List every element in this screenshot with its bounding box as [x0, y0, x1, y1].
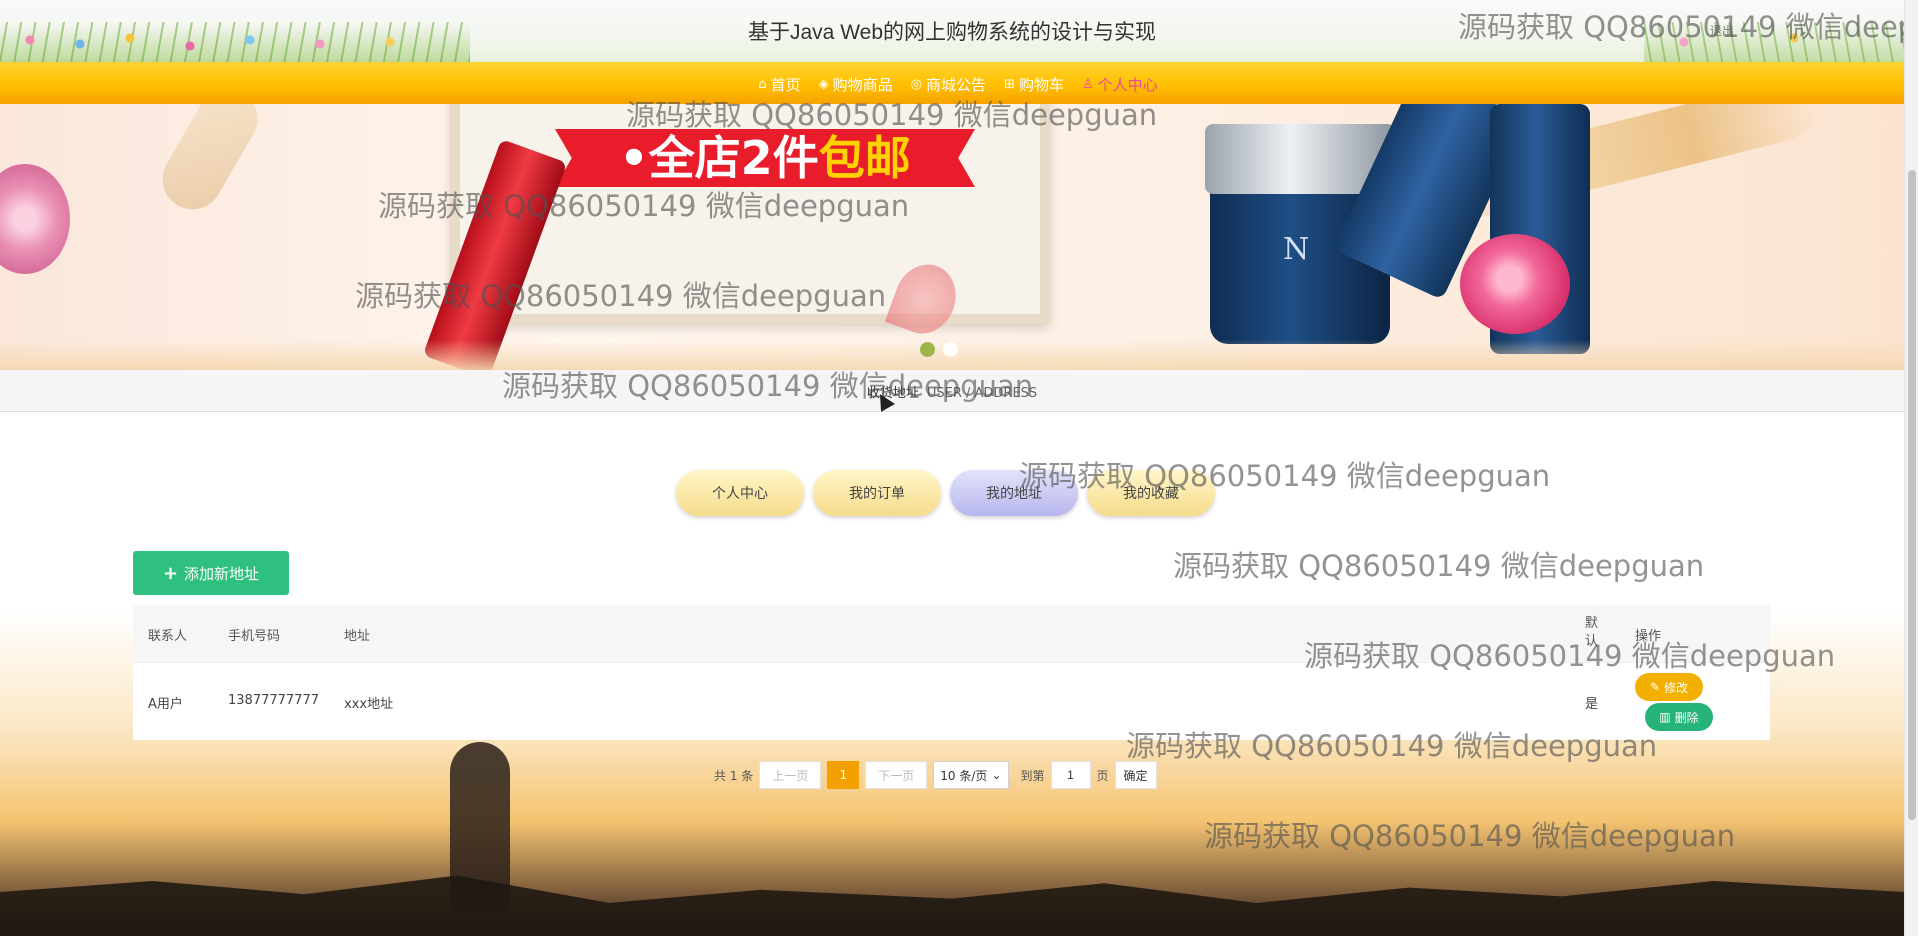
pencil-icon: ✎	[1649, 680, 1661, 694]
chevron-down-icon: ⌄	[991, 768, 1002, 782]
delete-label: 删除	[1674, 710, 1699, 725]
main-nav: ⌂ 首页 ◈ 购物商品 ◎ 商城公告 ⊞ 购物车 ♙ 个人中心	[0, 62, 1904, 104]
banner-carousel: •全店2件包邮 N	[0, 104, 1904, 370]
tab-my-address[interactable]: 我的地址	[950, 470, 1078, 516]
user-center-tabs: 个人中心 我的订单 我的地址 我的收藏	[676, 470, 1215, 516]
delete-button[interactable]: ▥ 删除	[1645, 703, 1713, 731]
carousel-dot[interactable]	[920, 342, 935, 357]
tab-my-orders[interactable]: 我的订单	[813, 470, 941, 516]
nav-item-announcements[interactable]: ◎ 商城公告	[911, 74, 986, 95]
scrollbar-thumb[interactable]	[1908, 170, 1916, 820]
banner-ribbon	[151, 104, 269, 221]
trash-icon: ▥	[1659, 710, 1671, 724]
next-page-button[interactable]: 下一页	[865, 761, 928, 789]
current-page[interactable]: 1	[827, 761, 860, 789]
main-content: 个人中心 我的订单 我的地址 我的收藏 + 添加新地址 联系人 手机号码 地址 …	[0, 412, 1904, 936]
nav-item-products[interactable]: ◈ 购物商品	[819, 74, 893, 95]
nav-label: 个人中心	[1097, 76, 1158, 94]
banner-flower-left	[0, 164, 70, 274]
page-size-select[interactable]: 10 条/页 ⌄	[933, 761, 1009, 789]
table-row: A用户 13877777777 xxx地址 是 ✎ 修改 ▥ 删除	[133, 662, 1770, 740]
page-size-value: 10 条/页	[940, 768, 988, 783]
banner-jar-mark: N	[1283, 232, 1310, 267]
nav-item-cart[interactable]: ⊞ 购物车	[1004, 74, 1064, 95]
nav-label: 购物车	[1018, 76, 1064, 94]
cell-contact: A用户	[148, 697, 183, 712]
goto-page-input[interactable]	[1050, 761, 1091, 789]
nav-item-home[interactable]: ⌂ 首页	[758, 74, 800, 95]
nav-label: 首页	[770, 76, 801, 94]
cell-address: xxx地址	[344, 697, 394, 712]
breadcrumb-en: USER / ADDRESS	[926, 386, 1038, 401]
col-address: 地址	[344, 629, 371, 644]
col-actions: 操作	[1635, 629, 1662, 644]
promo-text-a: •全店2件	[619, 131, 819, 185]
prev-page-button[interactable]: 上一页	[759, 761, 822, 789]
col-contact: 联系人	[148, 629, 188, 644]
breadcrumb-strip: 收货地址 USER / ADDRESS	[0, 370, 1904, 412]
goto-label: 到第	[1020, 768, 1045, 783]
page-scrollbar[interactable]	[1904, 0, 1918, 936]
banner-rose	[1460, 234, 1570, 334]
cart-icon: ⊞	[1004, 77, 1015, 92]
logout-link[interactable]: 退出	[1710, 22, 1734, 39]
cell-phone: 13877777777	[228, 693, 319, 708]
goto-confirm-button[interactable]: 确定	[1114, 761, 1157, 789]
edit-label: 修改	[1664, 680, 1689, 695]
breadcrumb: 收货地址 USER / ADDRESS	[0, 382, 1904, 401]
add-address-label: 添加新地址	[184, 564, 260, 583]
tab-my-favorites[interactable]: 我的收藏	[1087, 470, 1215, 516]
address-table: 联系人 手机号码 地址 默认 操作 A用户 13877777777 xxx地址 …	[133, 605, 1770, 740]
site-title: 基于Java Web的网上购物系统的设计与实现	[748, 21, 1156, 44]
nav-label: 购物商品	[832, 76, 893, 94]
promo-text-b: 包邮	[818, 131, 911, 185]
nav-label: 商城公告	[926, 76, 987, 94]
home-icon: ⌂	[758, 77, 767, 92]
site-header: 基于Java Web的网上购物系统的设计与实现 退出	[0, 0, 1904, 62]
carousel-dot[interactable]	[943, 342, 958, 357]
user-icon: ♙	[1081, 77, 1094, 92]
pagination: 共 1 条 上一页 1 下一页 10 条/页 ⌄ 到第 页 确定	[714, 761, 1157, 789]
col-phone: 手机号码	[228, 629, 281, 644]
edit-button[interactable]: ✎ 修改	[1635, 673, 1703, 701]
announcement-icon: ◎	[910, 77, 923, 92]
table-header: 联系人 手机号码 地址 默认 操作	[133, 605, 1770, 662]
tab-user-center[interactable]: 个人中心	[676, 470, 804, 516]
box-icon: ◈	[818, 77, 829, 92]
pager-total: 共 1 条	[714, 768, 754, 783]
col-default: 默认	[1585, 616, 1599, 649]
page-unit-label: 页	[1096, 768, 1109, 783]
nav-item-user-center[interactable]: ♙ 个人中心	[1082, 74, 1158, 95]
banner-promo-text: •全店2件包邮	[555, 129, 975, 187]
cell-default: 是	[1585, 697, 1599, 712]
background-hills	[0, 875, 1904, 936]
add-address-button[interactable]: + 添加新地址	[133, 551, 289, 595]
carousel-indicators	[920, 342, 958, 357]
plus-icon: +	[162, 562, 179, 584]
